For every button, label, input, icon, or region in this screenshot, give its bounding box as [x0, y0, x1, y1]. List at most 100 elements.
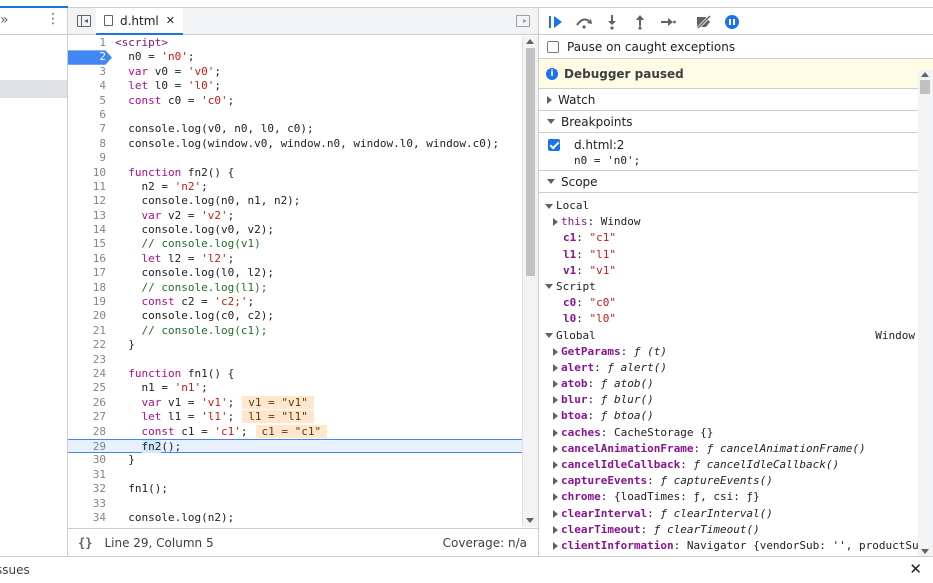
scope-property[interactable]: v1: "v1"	[539, 263, 919, 279]
code-line[interactable]: 12 console.log(n0, n1, n2);	[68, 194, 522, 208]
scope-property[interactable]: GetParams: ƒ (t)	[539, 344, 919, 360]
collapsed-arrow-icon[interactable]	[553, 461, 558, 469]
scope-property[interactable]: clearInterval: ƒ clearInterval()	[539, 506, 919, 522]
code-line[interactable]: 31	[68, 468, 522, 482]
resume-icon[interactable]	[547, 13, 565, 31]
code-line[interactable]: 25 n1 = 'n1';	[68, 381, 522, 395]
scope-property[interactable]: alert: ƒ alert()	[539, 360, 919, 376]
code-line[interactable]: 34 console.log(n2);	[68, 511, 522, 525]
code-line[interactable]: 22 }	[68, 338, 522, 352]
line-number[interactable]: 3	[68, 65, 106, 79]
drawer-close-icon[interactable]: ✕	[909, 560, 922, 578]
collapsed-arrow-icon[interactable]	[553, 493, 558, 502]
collapsed-arrow-icon[interactable]	[553, 444, 558, 453]
deactivate-breakpoints-icon[interactable]	[695, 13, 713, 31]
step-over-icon[interactable]	[575, 13, 593, 31]
line-number[interactable]: 23	[68, 353, 106, 367]
scroll-down-icon[interactable]	[921, 549, 929, 554]
tab-close-icon[interactable]: ✕	[166, 14, 175, 27]
scope-property[interactable]: caches: CacheStorage {}	[539, 425, 919, 441]
breakpoints-section-header[interactable]: Breakpoints	[539, 111, 933, 133]
line-number[interactable]: 29	[68, 440, 106, 454]
scope-group[interactable]: Local	[539, 198, 919, 214]
scope-property[interactable]: l0: "l0"	[539, 311, 919, 327]
breakpoint-line-number[interactable]: 2	[68, 50, 112, 65]
line-number[interactable]: 28	[68, 425, 106, 439]
pause-on-caught-row[interactable]: Pause on caught exceptions	[539, 35, 933, 59]
watch-section-header[interactable]: Watch	[539, 89, 933, 111]
code-line[interactable]: 15 // console.log(v1)	[68, 237, 522, 251]
line-number[interactable]: 14	[68, 223, 106, 237]
code-line[interactable]: 2 n0 = 'n0';	[68, 50, 522, 65]
scroll-up-icon[interactable]	[526, 39, 534, 44]
scope-property[interactable]: c0: "c0"	[539, 295, 919, 311]
code-line[interactable]: 32 fn1();	[68, 482, 522, 496]
collapsed-arrow-icon[interactable]	[553, 396, 558, 405]
code-line[interactable]: 21 // console.log(c1);	[68, 324, 522, 338]
code-line[interactable]: 10 function fn2() {	[68, 166, 522, 180]
code-line[interactable]: 28 const c1 = 'c1'; c1 = "c1"	[68, 424, 522, 439]
line-number[interactable]: 20	[68, 309, 106, 323]
collapsed-arrow-icon[interactable]	[553, 347, 558, 356]
collapsed-arrow-icon[interactable]	[553, 412, 558, 421]
line-number[interactable]: 17	[68, 266, 106, 280]
code-line[interactable]: 6	[68, 108, 522, 122]
code-line[interactable]: 9	[68, 151, 522, 165]
code-line[interactable]: 5 const c0 = 'c0';	[68, 94, 522, 108]
pretty-print-icon[interactable]: {}	[78, 536, 92, 550]
collapsed-arrow-icon[interactable]	[553, 218, 558, 227]
breakpoint-item[interactable]: d.html:2 n0 = 'n0';	[539, 133, 933, 171]
selected-file-row[interactable]	[0, 80, 67, 98]
line-number[interactable]: 33	[68, 497, 106, 511]
code-line[interactable]: 26 var v1 = 'v1'; v1 = "v1"	[68, 395, 522, 410]
line-number[interactable]: 21	[68, 324, 106, 338]
line-number[interactable]: 25	[68, 381, 106, 395]
code-line[interactable]: 17 console.log(l0, l2);	[68, 266, 522, 280]
more-tabs-chevron-icon[interactable]: »	[0, 12, 9, 28]
line-number[interactable]: 13	[68, 209, 106, 223]
scope-property[interactable]: atob: ƒ atob()	[539, 376, 919, 392]
code-line[interactable]: 24 function fn1() {	[68, 367, 522, 381]
scope-property[interactable]: this: Window	[539, 214, 919, 230]
line-number[interactable]: 26	[68, 396, 106, 410]
scope-property[interactable]: cancelIdleCallback: ƒ cancelIdleCallback…	[539, 457, 919, 473]
code-line[interactable]: 3 var v0 = 'v0';	[68, 65, 522, 79]
line-number[interactable]: 27	[68, 410, 106, 424]
code-line[interactable]: 18 // console.log(l1);	[68, 281, 522, 295]
more-options-icon[interactable]: ⋮	[46, 11, 60, 27]
scope-property[interactable]: cancelAnimationFrame: ƒ cancelAnimationF…	[539, 441, 919, 457]
code-line[interactable]: 7 console.log(v0, n0, l0, c0);	[68, 122, 522, 136]
line-number[interactable]: 15	[68, 237, 106, 251]
line-number[interactable]: 6	[68, 108, 106, 122]
collapsed-arrow-icon[interactable]	[553, 428, 558, 437]
code-line[interactable]: 23	[68, 353, 522, 367]
collapsed-arrow-icon[interactable]	[553, 380, 558, 389]
editor-scrollbar[interactable]	[522, 36, 538, 527]
line-number[interactable]: 18	[68, 281, 106, 295]
line-number[interactable]: 7	[68, 122, 106, 136]
line-number[interactable]: 30	[68, 453, 106, 467]
line-number[interactable]: 31	[68, 468, 106, 482]
collapsed-arrow-icon[interactable]	[553, 509, 558, 518]
pause-on-caught-checkbox[interactable]	[547, 40, 559, 53]
line-number[interactable]: 5	[68, 94, 106, 108]
breakpoint-checkbox[interactable]	[548, 139, 560, 151]
scope-section-header[interactable]: Scope	[539, 171, 933, 193]
line-number[interactable]: 22	[68, 338, 106, 352]
code-line[interactable]: 1 <script>	[68, 36, 522, 50]
pause-on-exceptions-icon[interactable]	[723, 13, 741, 31]
tab-d-html[interactable]: d.html ✕	[96, 8, 183, 35]
code-line[interactable]: 30 }	[68, 453, 522, 467]
toggle-debugger-icon[interactable]	[516, 15, 530, 27]
scope-property[interactable]: btoa: ƒ btoa()	[539, 408, 919, 424]
line-number[interactable]: 8	[68, 137, 106, 151]
scope-property[interactable]: l1: "l1"	[539, 247, 919, 263]
scope-property[interactable]: blur: ƒ blur()	[539, 392, 919, 408]
collapsed-arrow-icon[interactable]	[553, 477, 558, 486]
coverage-status[interactable]: Coverage: n/a	[443, 536, 527, 550]
scope-property[interactable]: captureEvents: ƒ captureEvents()	[539, 473, 919, 489]
code-line[interactable]: 14 console.log(v0, v2);	[68, 223, 522, 237]
line-number[interactable]: 34	[68, 511, 106, 525]
expanded-arrow-icon[interactable]	[545, 333, 553, 338]
scroll-thumb[interactable]	[920, 80, 930, 94]
